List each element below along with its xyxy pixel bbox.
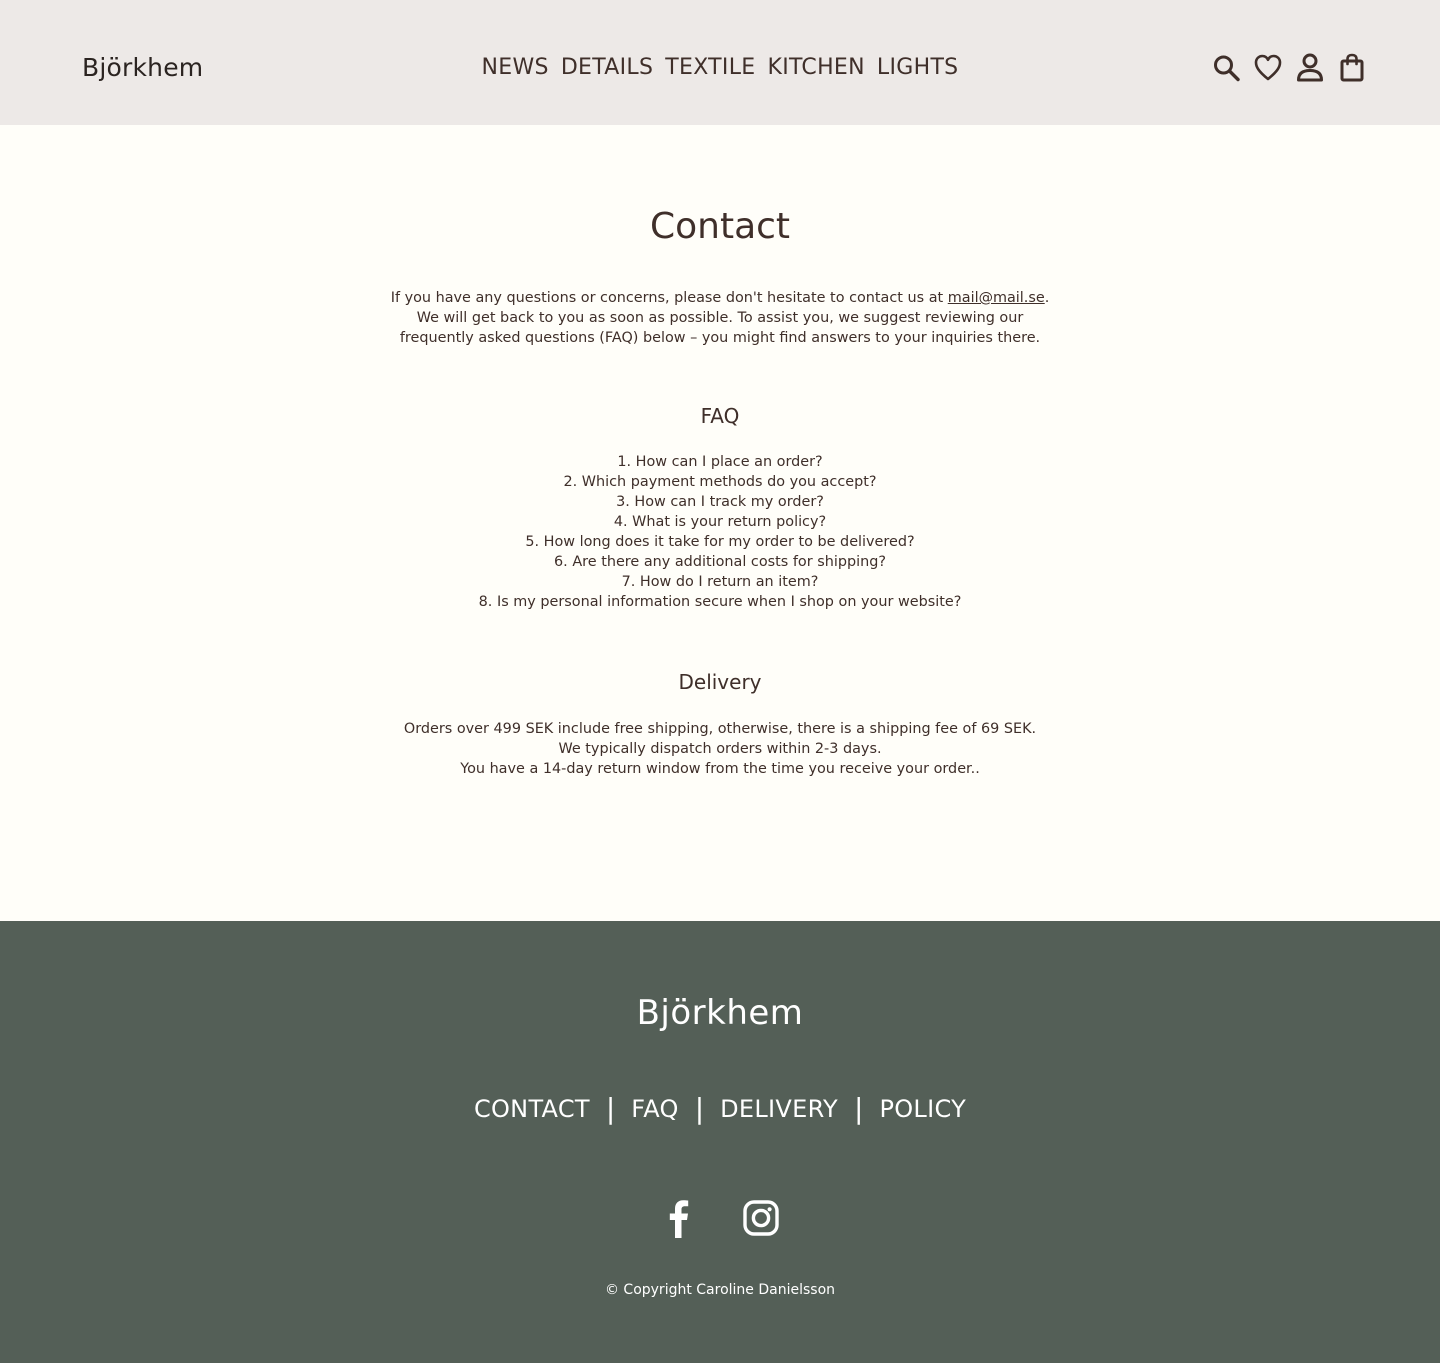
- email-link[interactable]: mail@mail.se: [948, 290, 1045, 306]
- footer-link-faq[interactable]: FAQ: [631, 1091, 678, 1127]
- site-footer: Björkhem CONTACT | FAQ | DELIVERY | POLI…: [0, 921, 1440, 1363]
- user-icon[interactable]: [1296, 52, 1324, 84]
- footer-brand: Björkhem: [636, 993, 804, 1033]
- footer-link-delivery[interactable]: DELIVERY: [720, 1091, 838, 1127]
- faq-heading: FAQ: [700, 404, 740, 428]
- faq-item: 8. Is my personal information secure whe…: [478, 594, 962, 610]
- faq-item: 1. How can I place an order?: [617, 454, 823, 470]
- intro-text-after: .: [1044, 290, 1050, 306]
- delivery-text: Orders over 499 SEK include free shippin…: [0, 719, 1440, 779]
- page-title: Contact: [649, 206, 791, 247]
- footer-link-contact[interactable]: CONTACT: [474, 1091, 590, 1127]
- footer-link-policy[interactable]: POLICY: [879, 1091, 966, 1127]
- footer-separator: |: [605, 1092, 616, 1125]
- intro-line-2: We will get back to you as soon as possi…: [416, 310, 1024, 326]
- faq-item: 2. Which payment methods do you accept?: [563, 474, 877, 490]
- intro-line-3: frequently asked questions (FAQ) below –…: [399, 330, 1041, 346]
- heart-icon[interactable]: [1254, 52, 1282, 84]
- shopping-bag-icon[interactable]: [1338, 52, 1366, 84]
- footer-separator: |: [694, 1092, 705, 1125]
- nav-link-kitchen[interactable]: KITCHEN: [767, 52, 864, 84]
- footer-separator: |: [854, 1092, 864, 1125]
- nav-link-news[interactable]: NEWS: [482, 52, 549, 84]
- faq-list: 1. How can I place an order? 2. Which pa…: [0, 452, 1440, 612]
- social-links: [0, 1197, 1440, 1239]
- delivery-line: Orders over 499 SEK include free shippin…: [403, 721, 1037, 737]
- search-icon[interactable]: [1212, 52, 1240, 84]
- header-icons: [1212, 52, 1366, 84]
- faq-item: 7. How do I return an item?: [621, 574, 819, 590]
- faq-item: 4. What is your return policy?: [613, 514, 827, 530]
- faq-item: 6. Are there any additional costs for sh…: [554, 554, 886, 570]
- delivery-heading: Delivery: [678, 670, 762, 694]
- site-header: Björkhem NEWS DETAILS TEXTILE KITCHEN LI…: [0, 0, 1440, 125]
- delivery-line: We typically dispatch orders within 2-3 …: [558, 741, 882, 757]
- nav-link-textile[interactable]: TEXTILE: [665, 52, 755, 84]
- faq-item: 5. How long does it take for my order to…: [525, 534, 915, 550]
- footer-nav: CONTACT | FAQ | DELIVERY | POLICY: [0, 1091, 1440, 1127]
- nav-link-lights[interactable]: LIGHTS: [877, 52, 959, 84]
- main-content: Contact If you have any questions or con…: [0, 125, 1440, 921]
- instagram-icon[interactable]: [742, 1197, 780, 1239]
- delivery-line: You have a 14-day return window from the…: [460, 761, 980, 777]
- faq-item: 3. How can I track my order?: [616, 494, 824, 510]
- contact-intro: If you have any questions or concerns, p…: [370, 288, 1070, 348]
- facebook-icon[interactable]: [660, 1197, 698, 1239]
- copyright-text: © Copyright Caroline Danielsson: [604, 1282, 836, 1298]
- nav-link-details[interactable]: DETAILS: [561, 52, 653, 84]
- intro-line-1: If you have any questions or concerns, p…: [370, 288, 1070, 308]
- intro-text-before: If you have any questions or concerns, p…: [390, 290, 948, 306]
